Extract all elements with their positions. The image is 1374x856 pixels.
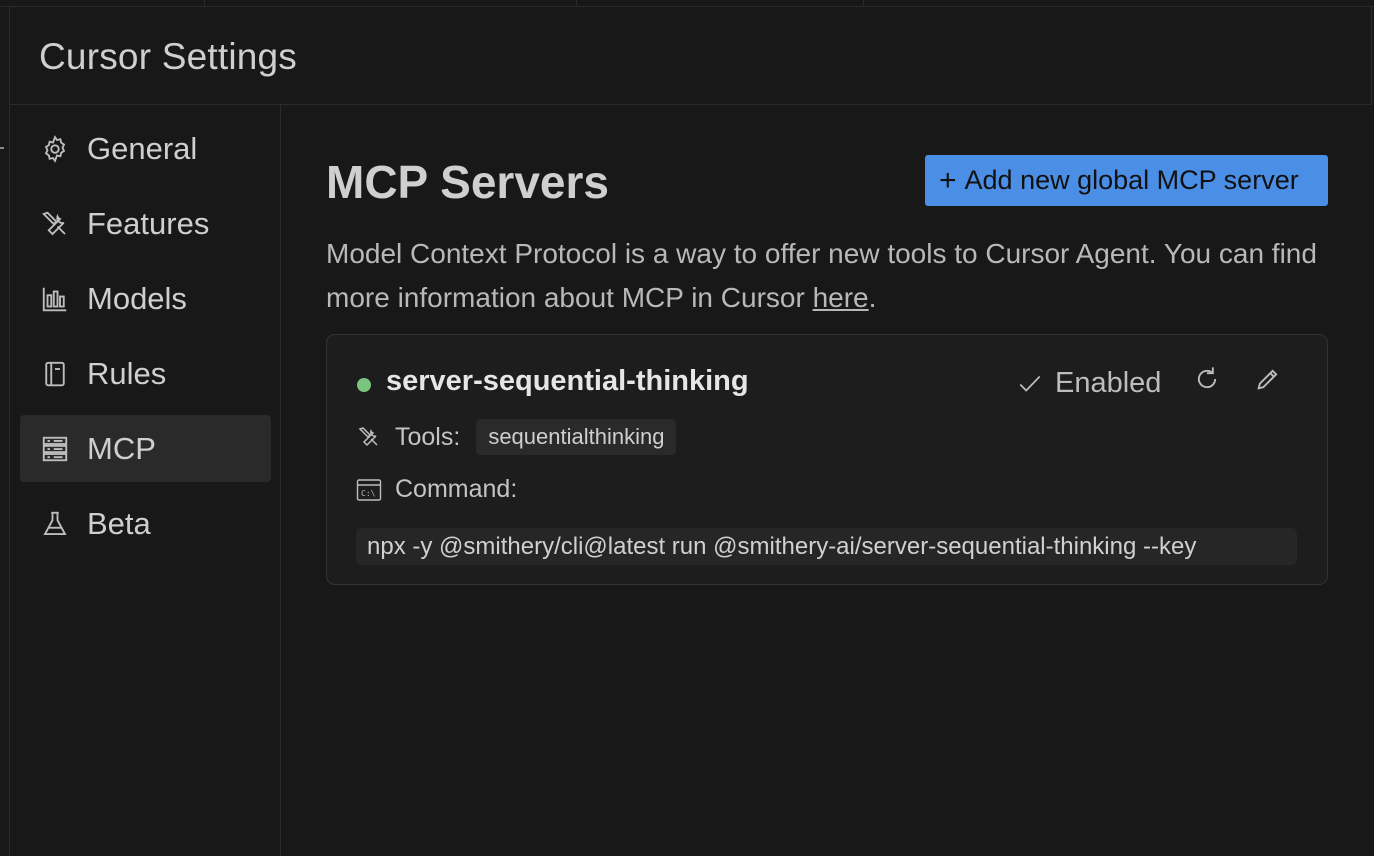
- server-name: server-sequential-thinking: [386, 365, 749, 397]
- server-icon: [39, 433, 71, 465]
- sidebar-item-label: Models: [87, 280, 187, 316]
- enabled-toggle[interactable]: Enabled: [1017, 367, 1161, 400]
- sidebar-item-mcp[interactable]: MCP: [20, 415, 271, 482]
- status-indicator: [357, 378, 371, 392]
- tools-row: Tools: sequentialthinking: [356, 419, 677, 455]
- pencil-icon: [1254, 365, 1282, 398]
- tab-separator: [576, 0, 577, 7]
- flask-icon: [39, 508, 71, 540]
- tab-separator: [863, 0, 864, 7]
- command-row: C:\ Command:: [356, 475, 517, 504]
- edit-button[interactable]: [1252, 365, 1284, 397]
- gear-icon: [39, 133, 71, 165]
- svg-text:C:\: C:\: [361, 489, 376, 498]
- page-title: MCP Servers: [326, 156, 609, 208]
- chart-icon: [39, 283, 71, 315]
- resize-handle[interactable]: [0, 147, 4, 149]
- sidebar-item-general[interactable]: General: [20, 115, 271, 182]
- tools-icon: [356, 424, 382, 450]
- sidebar-item-label: Beta: [87, 505, 151, 541]
- sidebar-item-rules[interactable]: Rules: [20, 340, 271, 407]
- tools-label: Tools:: [395, 422, 461, 451]
- book-icon: [39, 358, 71, 390]
- terminal-icon: C:\: [356, 477, 382, 503]
- tab-separator: [204, 0, 205, 7]
- refresh-button[interactable]: [1191, 365, 1223, 397]
- refresh-icon: [1193, 365, 1221, 398]
- sidebar-item-label: Rules: [87, 355, 167, 391]
- sidebar-item-beta[interactable]: Beta: [20, 490, 271, 557]
- check-icon: [1017, 371, 1043, 397]
- tab-strip: [0, 0, 1374, 7]
- command-text[interactable]: npx -y @smithery/cli@latest run @smither…: [356, 528, 1297, 565]
- tool-chip: sequentialthinking: [476, 419, 677, 455]
- sidebar-item-label: MCP: [87, 430, 156, 466]
- sidebar-divider: [280, 105, 281, 856]
- mcp-server-card: server-sequential-thinking Enabled Tools…: [326, 334, 1328, 585]
- editor-right-border: [1371, 7, 1372, 105]
- description-end: .: [868, 282, 877, 313]
- add-button-label: Add new global MCP server: [964, 165, 1299, 195]
- editor-left-border: [9, 7, 10, 856]
- settings-sidebar: General Features Models Rules MCP Beta: [20, 115, 271, 565]
- title-divider: [10, 104, 1372, 105]
- sidebar-item-models[interactable]: Models: [20, 265, 271, 332]
- plus-icon: +: [939, 163, 957, 197]
- command-label: Command:: [395, 475, 518, 503]
- sidebar-item-label: Features: [87, 205, 210, 241]
- sidebar-item-features[interactable]: Features: [20, 190, 271, 257]
- sidebar-item-label: General: [87, 130, 198, 166]
- mcp-docs-link[interactable]: here: [813, 282, 869, 313]
- mcp-description: Model Context Protocol is a way to offer…: [326, 232, 1336, 320]
- window-title: Cursor Settings: [39, 36, 297, 77]
- add-global-mcp-server-button[interactable]: + Add new global MCP server: [925, 155, 1328, 206]
- tools-icon: [39, 208, 71, 240]
- enabled-label: Enabled: [1055, 367, 1162, 399]
